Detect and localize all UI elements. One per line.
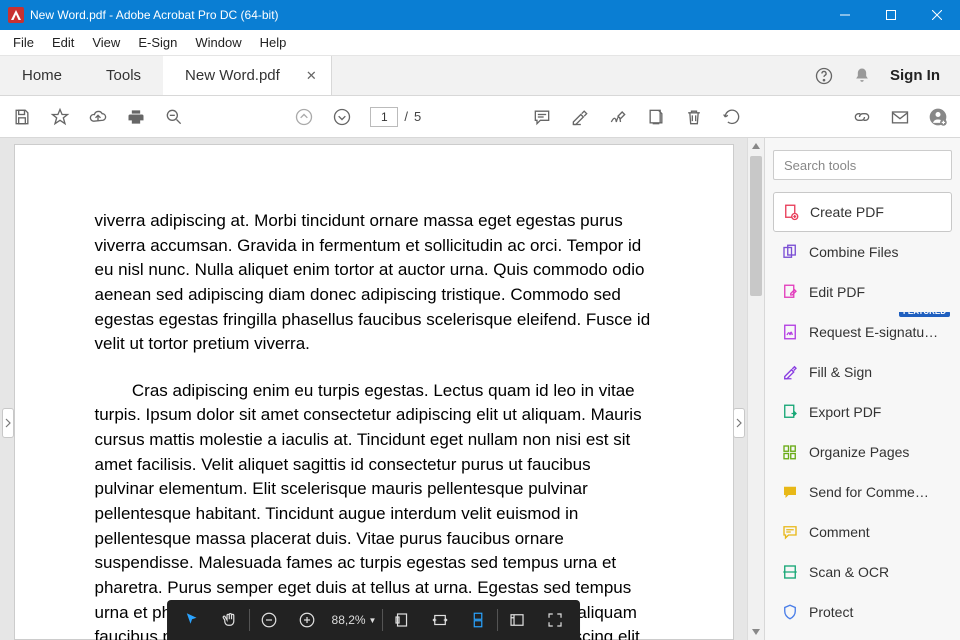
fit-width-icon[interactable] xyxy=(421,600,459,640)
bell-icon[interactable] xyxy=(852,66,872,86)
rotate-icon[interactable] xyxy=(722,107,742,127)
stamp-icon[interactable] xyxy=(646,107,666,127)
featured-badge: FEATURED xyxy=(899,312,950,317)
tool-send-comments[interactable]: Send for Comme… xyxy=(773,472,952,512)
tool-comment[interactable]: Comment xyxy=(773,512,952,552)
page-navigation: 1 / 5 xyxy=(370,107,421,127)
tool-protect[interactable]: Protect xyxy=(773,592,952,632)
mail-icon[interactable] xyxy=(890,107,910,127)
fullscreen-icon[interactable] xyxy=(536,600,574,640)
scroll-down-arrow[interactable] xyxy=(748,624,764,640)
page-up-icon[interactable] xyxy=(294,107,314,127)
fit-page-icon[interactable] xyxy=(383,600,421,640)
menu-file[interactable]: File xyxy=(4,33,43,52)
request-sign-icon xyxy=(781,323,799,341)
search-tools-input[interactable]: Search tools xyxy=(773,150,952,180)
export-pdf-icon xyxy=(781,403,799,421)
tool-edit-pdf[interactable]: Edit PDF xyxy=(773,272,952,312)
star-icon[interactable] xyxy=(50,107,70,127)
tool-organize-pages[interactable]: Organize Pages xyxy=(773,432,952,472)
tool-create-pdf[interactable]: Create PDF xyxy=(773,192,952,232)
maximize-button[interactable] xyxy=(868,0,914,30)
highlight-icon[interactable] xyxy=(570,107,590,127)
save-icon[interactable] xyxy=(12,107,32,127)
sign-icon[interactable] xyxy=(608,107,628,127)
app-icon xyxy=(8,7,24,23)
hand-tool-icon[interactable] xyxy=(211,600,249,640)
page-sep: / xyxy=(404,109,408,124)
vertical-scrollbar[interactable] xyxy=(747,138,764,640)
tool-export-pdf[interactable]: Export PDF xyxy=(773,392,952,432)
combine-files-icon xyxy=(781,243,799,261)
send-comment-icon xyxy=(781,483,799,501)
link-icon[interactable] xyxy=(852,107,872,127)
zoom-level[interactable]: 88,2%▼ xyxy=(326,613,383,627)
page-down-icon[interactable] xyxy=(332,107,352,127)
scan-icon xyxy=(781,563,799,581)
menu-window[interactable]: Window xyxy=(186,33,250,52)
select-tool-icon[interactable] xyxy=(173,600,211,640)
menu-help[interactable]: Help xyxy=(251,33,296,52)
document-page: viverra adipiscing at. Morbi tincidunt o… xyxy=(14,144,734,640)
scrolling-icon[interactable] xyxy=(459,600,497,640)
window-title: New Word.pdf - Adobe Acrobat Pro DC (64-… xyxy=(30,8,822,22)
tool-scan-ocr[interactable]: Scan & OCR xyxy=(773,552,952,592)
menubar: File Edit View E-Sign Window Help xyxy=(0,30,960,56)
toolbar: 1 / 5 xyxy=(0,96,960,138)
share-profile-icon[interactable] xyxy=(928,107,948,127)
tool-comment-icon xyxy=(781,523,799,541)
close-button[interactable] xyxy=(914,0,960,30)
signin-button[interactable]: Sign In xyxy=(890,67,940,84)
zoom-in-float-icon[interactable] xyxy=(288,600,326,640)
menu-esign[interactable]: E-Sign xyxy=(129,33,186,52)
document-area[interactable]: viverra adipiscing at. Morbi tincidunt o… xyxy=(0,138,747,640)
comment-icon[interactable] xyxy=(532,107,552,127)
help-icon[interactable] xyxy=(814,66,834,86)
organize-icon xyxy=(781,443,799,461)
tool-request-signatures[interactable]: FEATURED Request E-signatu… xyxy=(773,312,952,352)
tool-fill-sign[interactable]: Fill & Sign xyxy=(773,352,952,392)
tab-tools[interactable]: Tools xyxy=(84,56,163,95)
zoom-out-icon[interactable] xyxy=(164,107,184,127)
create-pdf-icon xyxy=(782,203,800,221)
page-total: 5 xyxy=(414,109,421,124)
tab-document[interactable]: New Word.pdf ✕ xyxy=(163,56,332,95)
scroll-up-arrow[interactable] xyxy=(748,138,764,154)
protect-icon xyxy=(781,603,799,621)
tab-home[interactable]: Home xyxy=(0,56,84,95)
tools-panel: Search tools Create PDF Combine Files Ed… xyxy=(764,138,960,640)
menu-edit[interactable]: Edit xyxy=(43,33,83,52)
paragraph-1: viverra adipiscing at. Morbi tincidunt o… xyxy=(95,209,653,357)
fill-sign-icon xyxy=(781,363,799,381)
tool-more[interactable] xyxy=(773,632,952,640)
minimize-button[interactable] xyxy=(822,0,868,30)
print-icon[interactable] xyxy=(126,107,146,127)
scroll-thumb[interactable] xyxy=(750,156,762,296)
floating-toolbar: 88,2%▼ xyxy=(167,600,581,640)
tab-document-label: New Word.pdf xyxy=(185,67,280,84)
zoom-out-float-icon[interactable] xyxy=(250,600,288,640)
read-mode-icon[interactable] xyxy=(498,600,536,640)
tool-combine-files[interactable]: Combine Files xyxy=(773,232,952,272)
trash-icon[interactable] xyxy=(684,107,704,127)
right-panel-toggle[interactable] xyxy=(733,408,745,438)
tabbar: Home Tools New Word.pdf ✕ Sign In xyxy=(0,56,960,96)
left-panel-toggle[interactable] xyxy=(2,408,14,438)
menu-view[interactable]: View xyxy=(83,33,129,52)
cloud-icon[interactable] xyxy=(88,107,108,127)
close-tab-icon[interactable]: ✕ xyxy=(306,68,317,84)
window-titlebar: New Word.pdf - Adobe Acrobat Pro DC (64-… xyxy=(0,0,960,30)
page-number-input[interactable]: 1 xyxy=(370,107,398,127)
edit-pdf-icon xyxy=(781,283,799,301)
